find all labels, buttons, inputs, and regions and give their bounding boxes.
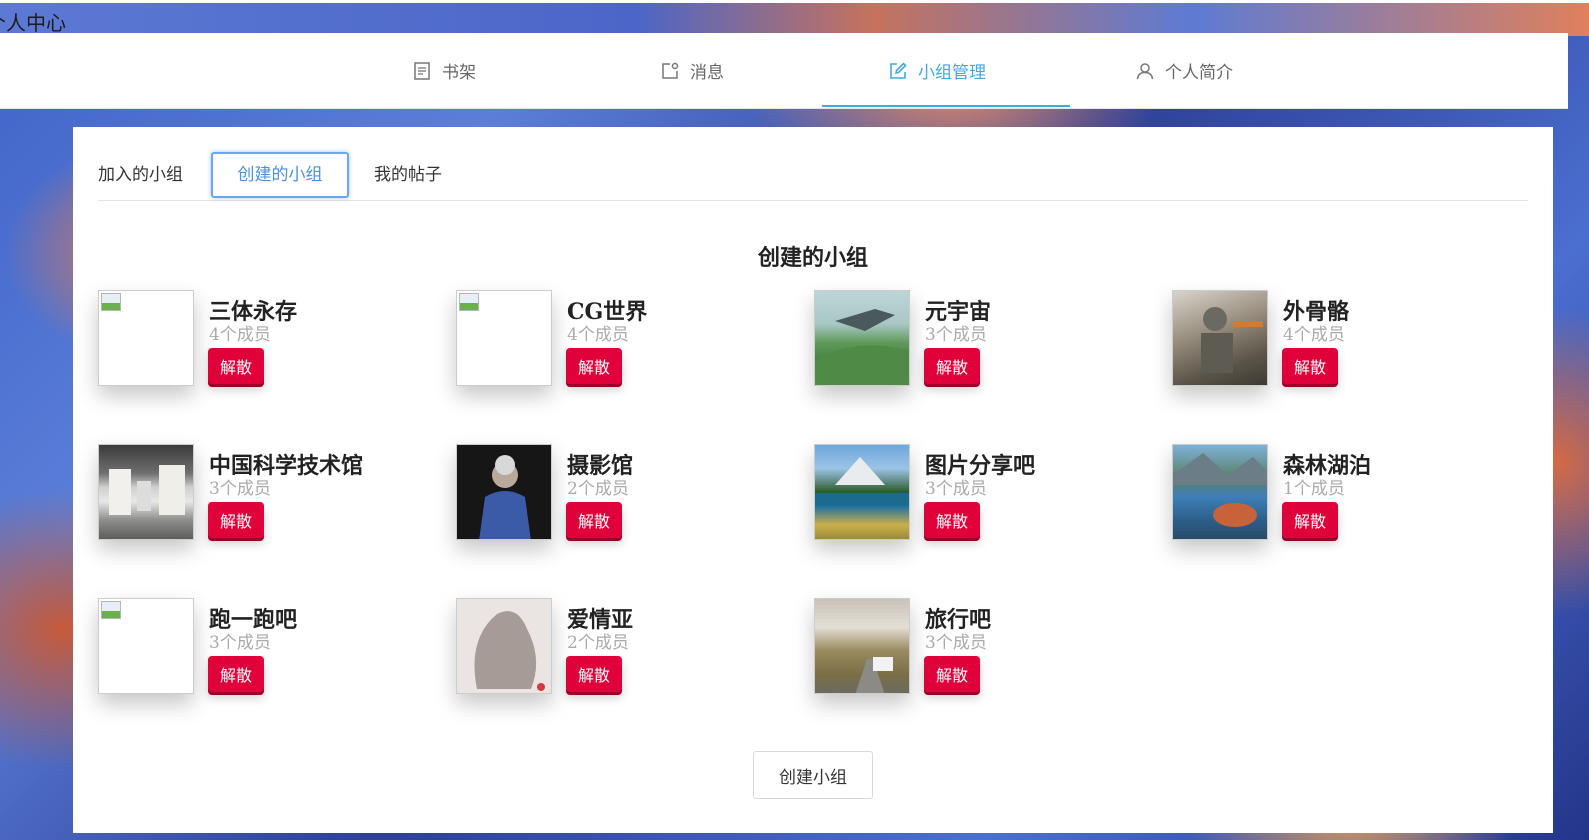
- group-image[interactable]: [456, 444, 552, 540]
- nav-label: 个人简介: [1165, 63, 1233, 83]
- group-image[interactable]: [98, 598, 194, 694]
- group-member-count: 2个成员: [567, 479, 629, 499]
- group-member-count: 3个成员: [925, 325, 987, 345]
- group-image[interactable]: [456, 598, 552, 694]
- group-card: 元宇宙 3个成员 解散: [814, 290, 1154, 410]
- disband-button[interactable]: 解散: [1282, 348, 1338, 384]
- group-image[interactable]: [1172, 444, 1268, 540]
- group-card: 中国科学技术馆 3个成员 解散: [98, 444, 438, 564]
- tab-created-groups[interactable]: 创建的小组: [211, 152, 349, 198]
- group-card: 图片分享吧 3个成员 解散: [814, 444, 1154, 564]
- group-card: 森林湖泊 1个成员 解散: [1172, 444, 1512, 564]
- group-card: 爱情亚 2个成员 解散: [456, 598, 796, 718]
- disband-button[interactable]: 解散: [924, 502, 980, 538]
- nav-item-profile[interactable]: 个人简介: [1135, 33, 1233, 108]
- tab-my-posts[interactable]: 我的帖子: [374, 152, 454, 198]
- group-member-count: 1个成员: [1283, 479, 1345, 499]
- nav-label: 消息: [690, 63, 724, 83]
- content-panel: 加入的小组 创建的小组 我的帖子 创建的小组 三体永存 4个成员 解散 CG世界…: [73, 127, 1553, 833]
- page-title: 个人中心: [0, 11, 66, 35]
- nav-item-messages[interactable]: 消息: [660, 33, 724, 108]
- group-card: 三体永存 4个成员 解散: [98, 290, 438, 410]
- nav-label: 小组管理: [918, 63, 986, 83]
- nav-item-group-management[interactable]: 小组管理: [888, 33, 986, 108]
- group-member-count: 3个成员: [925, 479, 987, 499]
- disband-button[interactable]: 解散: [208, 656, 264, 692]
- message-icon: [660, 61, 680, 81]
- group-image[interactable]: [98, 444, 194, 540]
- group-image[interactable]: [814, 444, 910, 540]
- disband-button[interactable]: 解散: [208, 348, 264, 384]
- disband-button[interactable]: 解散: [208, 502, 264, 538]
- disband-button[interactable]: 解散: [566, 656, 622, 692]
- group-tabs: 加入的小组 创建的小组 我的帖子: [98, 152, 1528, 201]
- tab-joined-groups[interactable]: 加入的小组: [98, 152, 194, 198]
- group-card: 跑一跑吧 3个成员 解散: [98, 598, 438, 718]
- group-member-count: 3个成员: [209, 479, 271, 499]
- user-icon: [1135, 61, 1155, 81]
- group-image[interactable]: [456, 290, 552, 386]
- group-image[interactable]: [98, 290, 194, 386]
- group-member-count: 4个成员: [567, 325, 629, 345]
- top-banner: 个人中心: [0, 0, 1589, 36]
- main-nav: 书架 消息 小组管理 个人简介: [0, 33, 1568, 109]
- section-title: 创建的小组: [757, 245, 868, 271]
- group-card: CG世界 4个成员 解散: [456, 290, 796, 410]
- group-image[interactable]: [814, 290, 910, 386]
- disband-button[interactable]: 解散: [924, 656, 980, 692]
- create-group-button[interactable]: 创建小组: [753, 751, 873, 799]
- nav-item-bookshelf[interactable]: 书架: [412, 33, 476, 108]
- group-card: 旅行吧 3个成员 解散: [814, 598, 1154, 718]
- nav-label: 书架: [442, 63, 476, 83]
- group-member-count: 4个成员: [209, 325, 271, 345]
- group-card: 外骨骼 4个成员 解散: [1172, 290, 1512, 410]
- scrollbar-track[interactable]: [1568, 33, 1589, 840]
- group-image[interactable]: [814, 598, 910, 694]
- group-member-count: 2个成员: [567, 633, 629, 653]
- disband-button[interactable]: 解散: [566, 348, 622, 384]
- group-image[interactable]: [1172, 290, 1268, 386]
- group-member-count: 3个成员: [925, 633, 987, 653]
- disband-button[interactable]: 解散: [924, 348, 980, 384]
- group-member-count: 4个成员: [1283, 325, 1345, 345]
- group-card: 摄影馆 2个成员 解散: [456, 444, 796, 564]
- disband-button[interactable]: 解散: [1282, 502, 1338, 538]
- edit-icon: [888, 61, 908, 81]
- disband-button[interactable]: 解散: [566, 502, 622, 538]
- group-member-count: 3个成员: [209, 633, 271, 653]
- nav-active-indicator: [822, 105, 1070, 107]
- book-list-icon: [412, 61, 432, 81]
